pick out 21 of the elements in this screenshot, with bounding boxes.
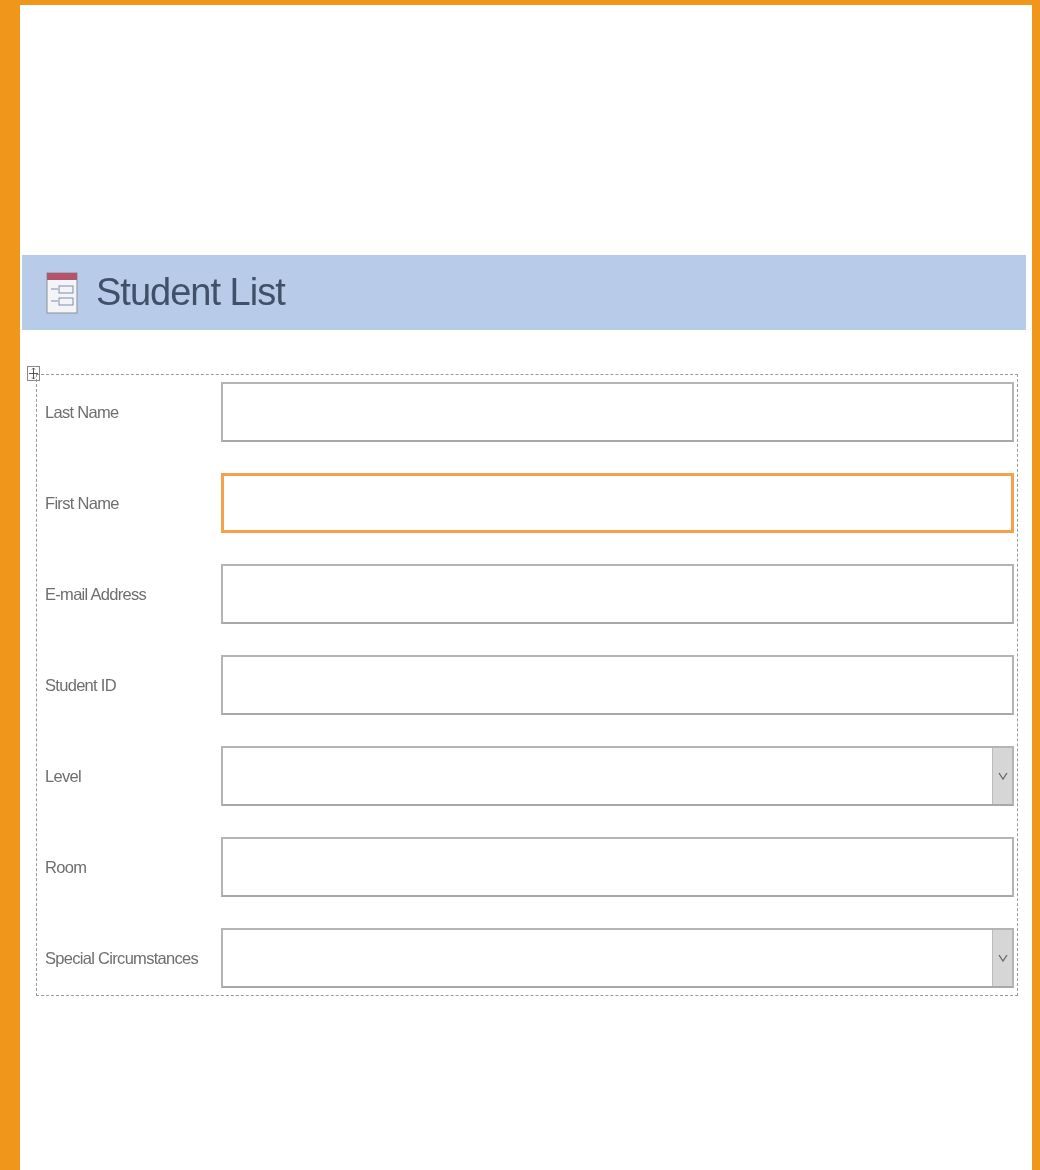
dropdown-field[interactable] <box>221 746 1014 806</box>
input-field[interactable] <box>221 655 1014 715</box>
dropdown-field[interactable] <box>221 928 1014 988</box>
field-label: Level <box>45 766 82 786</box>
move-handle-icon[interactable] <box>27 366 40 381</box>
chevron-down-icon <box>997 772 1008 780</box>
dropdown-button[interactable] <box>992 930 1012 986</box>
field-label: Special Circumstances <box>45 948 200 968</box>
dropdown-button[interactable] <box>992 748 1012 804</box>
field-label: Student ID <box>45 675 117 695</box>
chevron-down-icon <box>997 954 1008 962</box>
field-label: Last Name <box>45 402 120 422</box>
field-label: E-mail Address <box>45 584 148 604</box>
field-label: Room <box>45 857 88 877</box>
input-field[interactable] <box>221 837 1014 897</box>
input-field[interactable] <box>221 564 1014 624</box>
input-field[interactable] <box>221 382 1014 442</box>
form-title: Student List <box>96 271 285 314</box>
field-label: First Name <box>45 493 120 513</box>
form-icon <box>46 271 78 314</box>
input-field[interactable] <box>221 473 1014 533</box>
